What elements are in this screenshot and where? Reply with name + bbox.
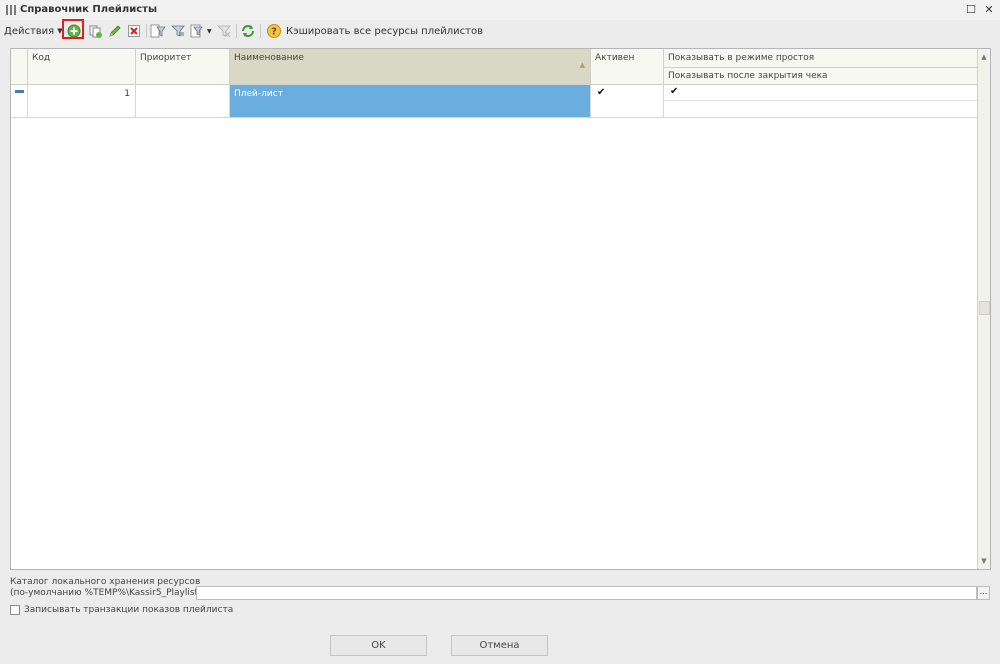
- chevron-down-icon: ▼: [207, 27, 212, 35]
- window-titlebar: Справочник Плейлисты ☐ ✕: [0, 0, 1000, 21]
- sort-asc-icon: ▲: [579, 61, 585, 69]
- catalog-path-input[interactable]: [196, 586, 977, 600]
- column-header-show-idle[interactable]: Показывать в режиме простоя: [664, 49, 977, 68]
- cell-name-value: Плей-лист: [234, 89, 283, 99]
- filter-dropdown-button[interactable]: ▼: [190, 22, 212, 40]
- column-header-active[interactable]: Активен: [591, 49, 664, 85]
- column-header-label: Активен: [595, 53, 635, 63]
- catalog-icon: [6, 5, 16, 15]
- help-button[interactable]: ?: [266, 22, 282, 40]
- toolbar-separator: [236, 24, 237, 38]
- delete-button[interactable]: [126, 22, 142, 40]
- check-icon: ✔: [670, 86, 679, 97]
- vertical-scrollbar[interactable]: ▲ ▼: [977, 49, 990, 569]
- toolbar-separator: [146, 24, 147, 38]
- filter-dropdown-icon: [190, 24, 203, 38]
- toolbar: Действия ▼ ▼ ? Кэшировать все ресурсы пл…: [0, 20, 1000, 42]
- edit-button[interactable]: [107, 22, 123, 40]
- column-header-show-group: Показывать в режиме простоя Показывать п…: [664, 49, 978, 85]
- row-marker-icon: [15, 90, 24, 93]
- column-header-code[interactable]: Код: [28, 49, 136, 85]
- filter-icon: [150, 24, 166, 38]
- edit-icon: [109, 25, 121, 37]
- svg-text:?: ?: [271, 27, 277, 38]
- filter-list-icon: [171, 25, 185, 37]
- delete-icon: [128, 25, 140, 37]
- column-header-label: Показывать в режиме простоя: [668, 53, 815, 63]
- close-button[interactable]: ✕: [982, 3, 996, 17]
- actions-menu[interactable]: Действия ▼: [4, 22, 63, 40]
- cancel-button[interactable]: Отмена: [451, 635, 548, 656]
- column-header-label: Показывать после закрытия чека: [668, 71, 828, 81]
- refresh-button[interactable]: [240, 22, 256, 40]
- copy-button[interactable]: [87, 22, 103, 40]
- column-header-label: Наименование: [234, 53, 304, 63]
- check-icon: ✔: [597, 87, 606, 98]
- column-header-name[interactable]: Наименование ▲: [230, 49, 591, 85]
- ok-button[interactable]: OK: [330, 635, 427, 656]
- cell-code-value: 1: [124, 89, 130, 99]
- cell-show-after-check[interactable]: [664, 101, 978, 118]
- column-header-priority[interactable]: Приоритет: [136, 49, 230, 85]
- add-button-highlight: [62, 19, 84, 39]
- log-transactions-row[interactable]: Записывать транзакции показов плейлиста: [10, 605, 233, 615]
- catalog-label: Каталог локального хранения ресурсов (по…: [10, 577, 205, 599]
- toolbar-separator: [260, 24, 261, 38]
- playlists-table: Код Приоритет Наименование ▲ Активен Пок…: [10, 48, 991, 570]
- cell-code[interactable]: 1: [28, 85, 136, 118]
- column-header-label: Код: [32, 53, 51, 63]
- scroll-up-icon[interactable]: ▲: [978, 51, 990, 63]
- catalog-browse-button[interactable]: ...: [977, 586, 990, 600]
- cell-name[interactable]: Плей-лист: [230, 85, 591, 118]
- window-title: Справочник Плейлисты: [20, 4, 157, 15]
- refresh-icon: [242, 25, 254, 37]
- log-transactions-checkbox[interactable]: [10, 605, 20, 615]
- row-marker-header: [11, 49, 28, 85]
- filter-button[interactable]: [150, 22, 166, 40]
- restore-button[interactable]: ☐: [964, 3, 978, 17]
- filter-list-button[interactable]: [170, 22, 186, 40]
- column-header-label: Приоритет: [140, 53, 192, 63]
- cell-show-idle[interactable]: ✔: [664, 85, 978, 101]
- column-header-show-after-check[interactable]: Показывать после закрытия чека: [664, 68, 977, 85]
- scroll-down-icon[interactable]: ▼: [978, 555, 990, 567]
- help-icon: ?: [267, 24, 281, 38]
- row-marker[interactable]: [11, 85, 28, 118]
- scroll-thumb[interactable]: [979, 301, 990, 315]
- catalog-label-line1: Каталог локального хранения ресурсов: [10, 577, 201, 587]
- cache-resources-button[interactable]: Кэшировать все ресурсы плейлистов: [286, 22, 483, 40]
- log-transactions-label: Записывать транзакции показов плейлиста: [24, 605, 234, 615]
- catalog-label-line2: (по-умолчанию %TEMP%\Kassir5_Playlist):: [10, 588, 205, 598]
- cell-active[interactable]: ✔: [591, 85, 664, 118]
- cell-priority[interactable]: [136, 85, 230, 118]
- copy-icon: [89, 25, 102, 38]
- filter-off-button[interactable]: [216, 22, 232, 40]
- actions-label: Действия: [4, 25, 55, 37]
- filter-off-icon: [217, 25, 231, 38]
